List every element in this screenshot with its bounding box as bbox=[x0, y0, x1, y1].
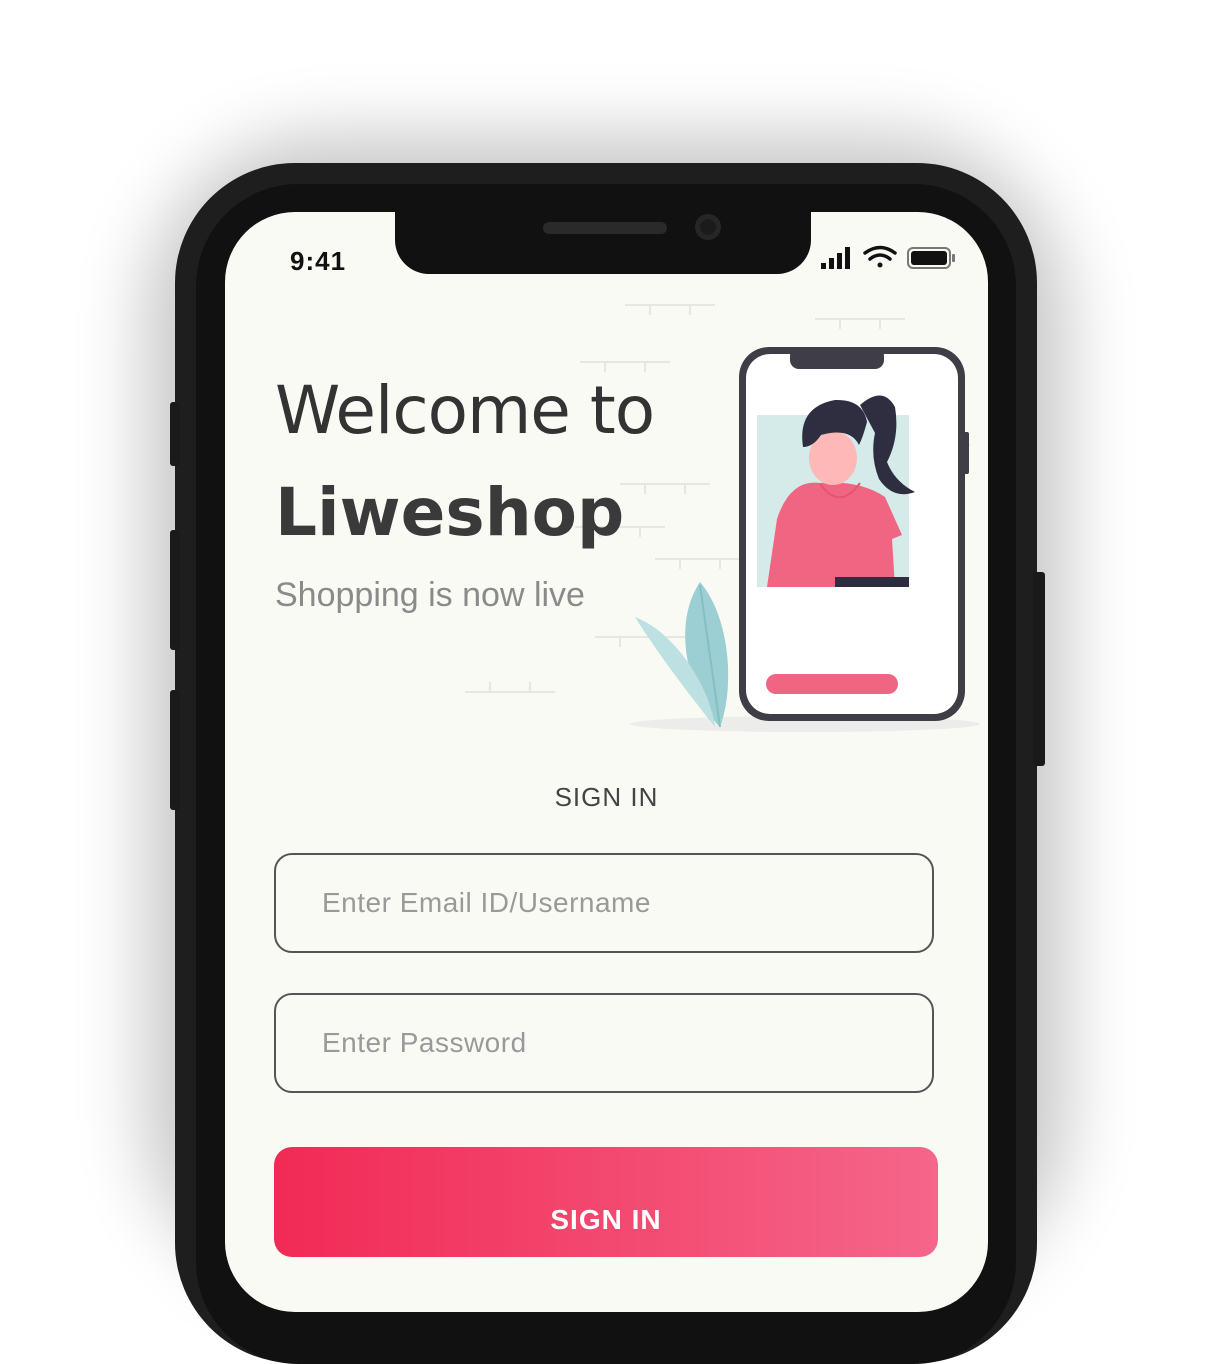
power-button bbox=[1033, 572, 1045, 766]
app-screen: 9:41 Welcome to Liweshop Shopping is now… bbox=[225, 212, 988, 1312]
volume-down-button bbox=[170, 690, 180, 810]
leaf-plant bbox=[635, 582, 729, 728]
brand-name-text: Liweshop bbox=[275, 474, 625, 551]
brand-name: Liweshop bbox=[275, 474, 624, 551]
phone-notch bbox=[395, 212, 811, 274]
status-time: 9:41 bbox=[290, 246, 347, 276]
battery-icon bbox=[907, 247, 955, 269]
sign-in-button[interactable]: SIGN IN bbox=[274, 1147, 938, 1257]
email-username-input[interactable] bbox=[274, 853, 934, 953]
front-camera bbox=[695, 214, 721, 240]
mute-switch bbox=[170, 402, 180, 466]
wifi-icon bbox=[863, 245, 897, 268]
speaker-grille bbox=[543, 222, 667, 234]
phone-illustration bbox=[739, 347, 969, 721]
tagline: Shopping is now live bbox=[275, 576, 585, 614]
signal-icon bbox=[821, 247, 850, 269]
volume-up-button bbox=[170, 530, 180, 650]
status-icons bbox=[821, 245, 955, 269]
welcome-heading: Welcome to bbox=[275, 372, 655, 449]
password-input[interactable] bbox=[274, 993, 934, 1093]
sign-in-heading: SIGN IN bbox=[554, 782, 659, 812]
